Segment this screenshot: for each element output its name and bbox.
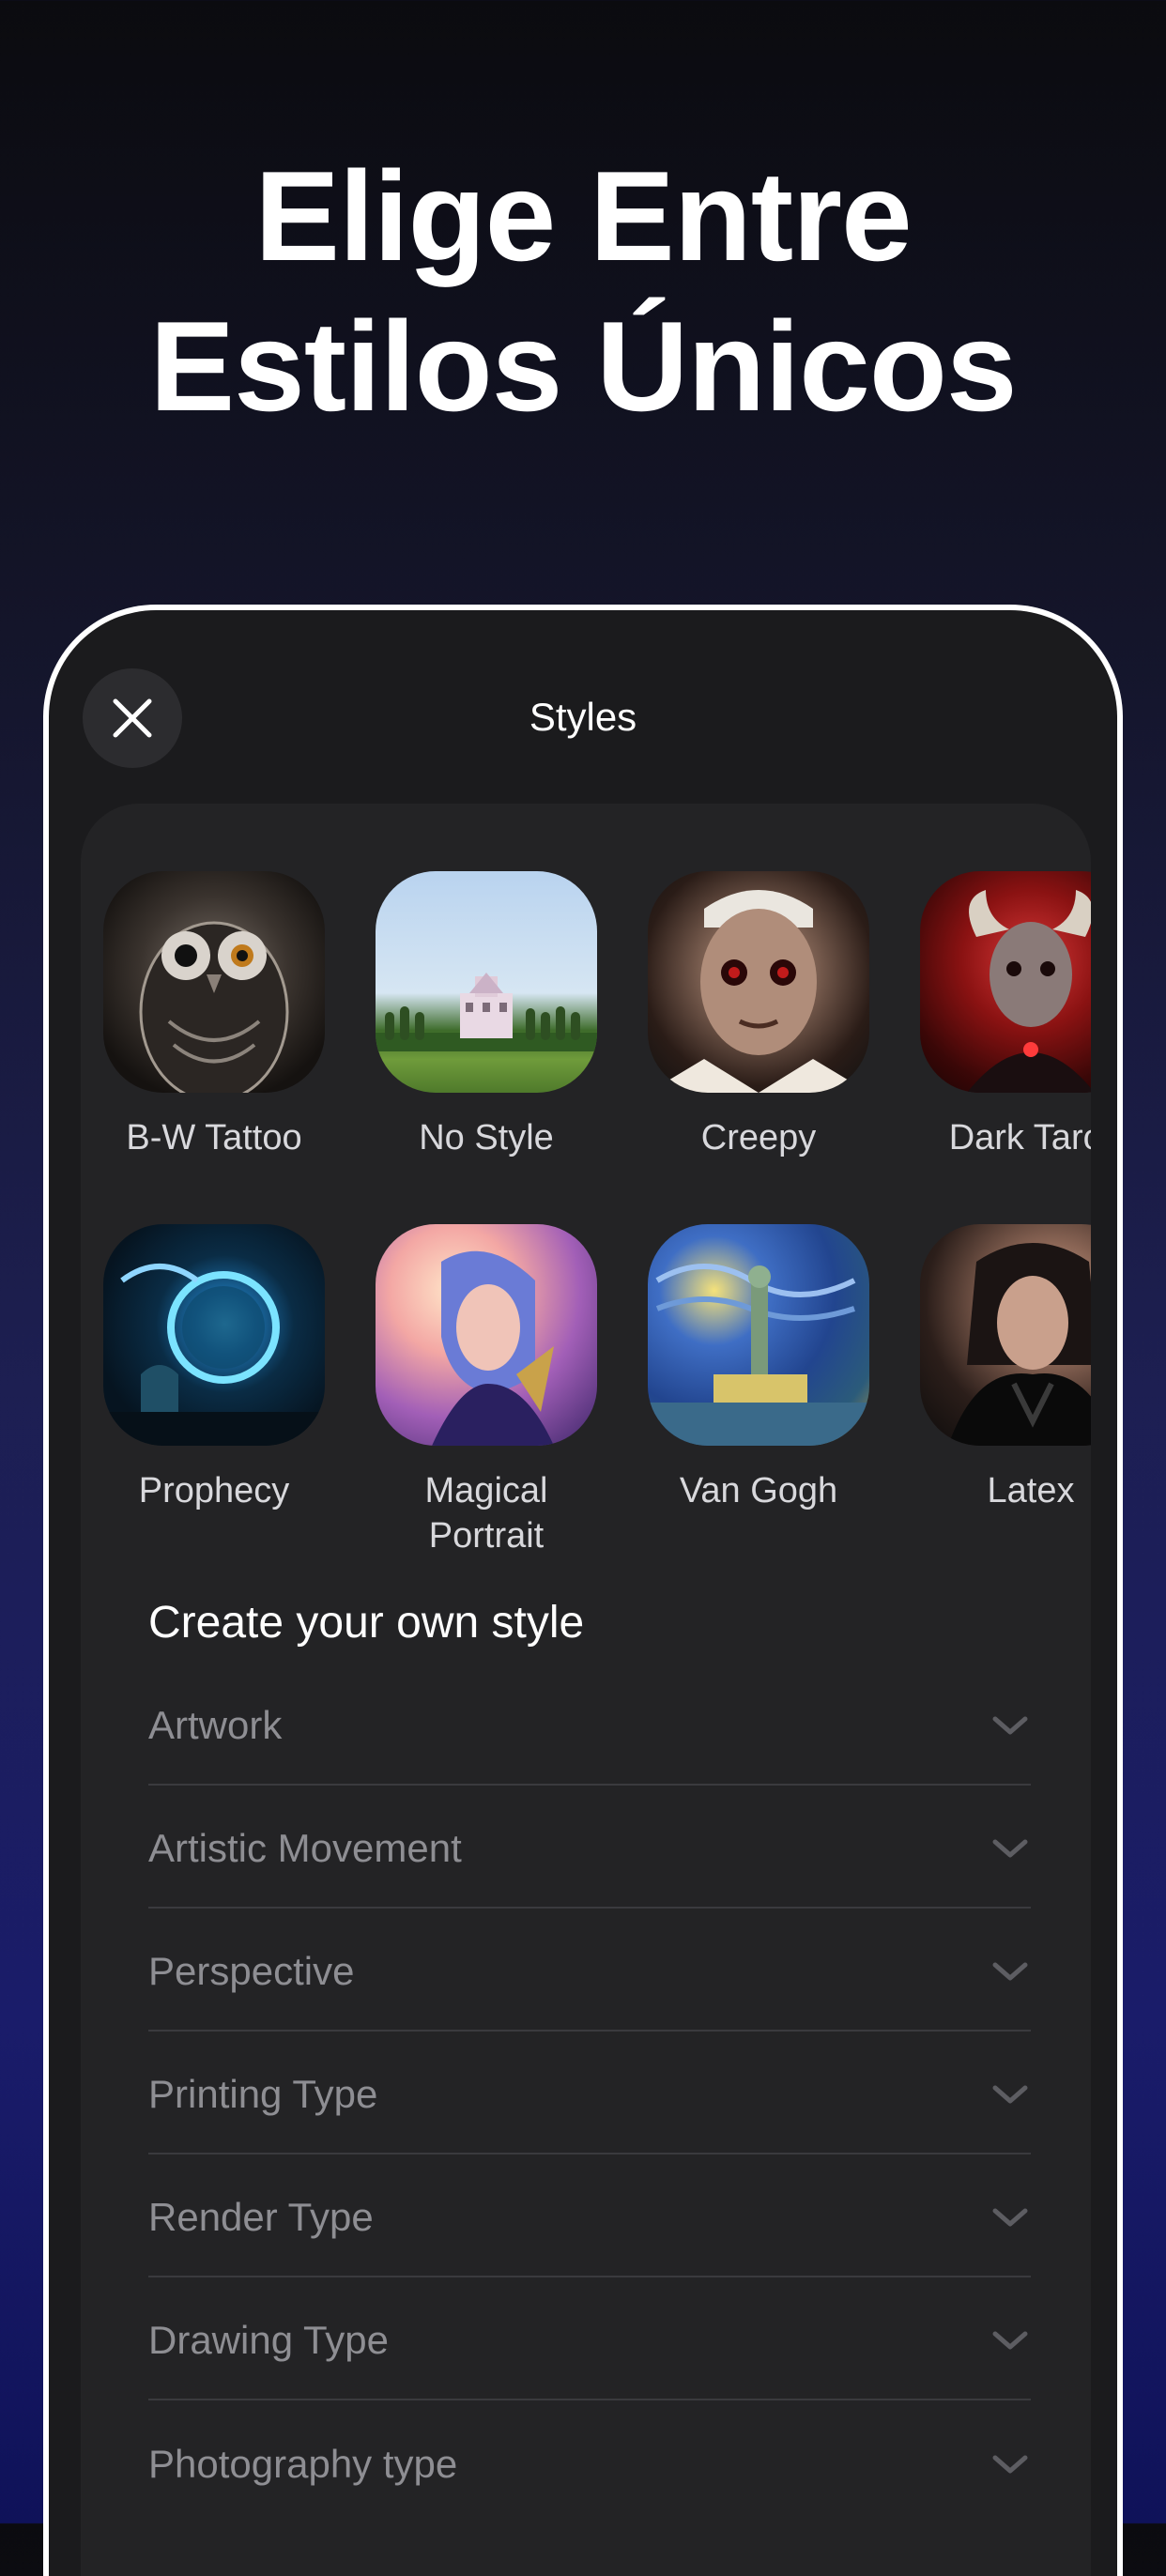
latex-portrait-image — [948, 1243, 1091, 1446]
dropdown-printing-type[interactable]: Printing Type — [148, 2032, 1031, 2154]
owl-image — [139, 921, 289, 1093]
bw-tattoo-thumbnail — [103, 871, 325, 1093]
chevron-down-icon — [992, 1962, 1028, 1980]
magical-portrait-image — [432, 1250, 554, 1446]
create-own-style-title: Create your own style — [148, 1598, 585, 1648]
style-tile-latex[interactable]: Latex — [920, 1224, 1091, 1558]
custom-style-options: Artwork Artistic Movement Perspective Pr… — [148, 1663, 1031, 2523]
dropdown-artistic-movement[interactable]: Artistic Movement — [148, 1786, 1031, 1909]
dropdown-perspective[interactable]: Perspective — [148, 1909, 1031, 2032]
style-tile-creepy[interactable]: Creepy — [648, 871, 869, 1160]
dropdown-label: Printing Type — [148, 2071, 378, 2116]
style-tile-magical-portrait[interactable]: Magical Portrait — [376, 1224, 597, 1558]
headline: Elige Entre Estilos Únicos — [0, 141, 1166, 441]
creepy-face-image — [648, 890, 869, 1093]
style-label: Prophecy — [138, 1471, 290, 1510]
style-tile-bw-tattoo[interactable]: B-W Tattoo — [103, 871, 325, 1160]
style-label: Creepy — [700, 1118, 817, 1158]
dropdown-drawing-type[interactable]: Drawing Type — [148, 2277, 1031, 2400]
magical-portrait-thumbnail — [376, 1224, 597, 1446]
screen-title: Styles — [529, 695, 637, 739]
chevron-down-icon — [992, 2331, 1028, 2349]
dropdown-label: Perspective — [148, 1948, 355, 1993]
dark-tarot-image — [967, 890, 1091, 1093]
styles-row-2: Prophecy Magical Portrait Van Gogh Latex — [103, 1224, 1091, 1558]
headline-line-2: Estilos Únicos — [149, 295, 1017, 437]
dropdown-label: Artistic Movement — [148, 1825, 462, 1870]
styles-row-1: B-W Tattoo No Style Creepy Dark Tar — [103, 871, 1091, 1160]
style-label: Latex — [987, 1471, 1075, 1510]
chevron-down-icon — [992, 2085, 1028, 2103]
chevron-down-icon — [992, 1716, 1028, 1734]
chevron-down-icon — [992, 2455, 1028, 2473]
style-label: Dark Tarot — [948, 1118, 1091, 1158]
style-label: No Style — [419, 1118, 554, 1158]
no-style-thumbnail — [376, 871, 597, 1093]
chevron-down-icon — [992, 1839, 1028, 1857]
phone-frame: Styles B-W Tattoo No Style Creepy Dark T… — [43, 605, 1123, 2576]
crystal-ball-image — [103, 1264, 325, 1446]
style-tile-prophecy[interactable]: Prophecy — [103, 1224, 325, 1558]
style-tile-dark-tarot[interactable]: Dark Tarot — [920, 871, 1091, 1160]
chevron-down-icon — [992, 2208, 1028, 2226]
dropdown-label: Artwork — [148, 1702, 283, 1747]
style-label: B-W Tattoo — [126, 1118, 302, 1158]
dropdown-label: Render Type — [148, 2194, 374, 2239]
dark-tarot-thumbnail — [920, 871, 1091, 1093]
style-label: Van Gogh — [679, 1471, 838, 1510]
dropdown-render-type[interactable]: Render Type — [148, 2154, 1031, 2277]
latex-thumbnail — [920, 1224, 1091, 1446]
castle-image — [376, 973, 597, 1051]
style-tile-van-gogh[interactable]: Van Gogh — [648, 1224, 869, 1558]
creepy-thumbnail — [648, 871, 869, 1093]
van-gogh-thumbnail — [648, 1224, 869, 1446]
dropdown-label: Drawing Type — [148, 2317, 390, 2362]
headline-line-1: Elige Entre — [254, 145, 912, 287]
van-gogh-image — [648, 1264, 869, 1446]
dropdown-artwork[interactable]: Artwork — [148, 1663, 1031, 1786]
style-label: Magical Portrait — [424, 1471, 548, 1556]
style-tile-no-style[interactable]: No Style — [376, 871, 597, 1160]
styles-sheet: B-W Tattoo No Style Creepy Dark Tar Prop… — [81, 804, 1091, 2576]
dropdown-photography-type[interactable]: Photography type — [148, 2400, 1031, 2523]
prophecy-thumbnail — [103, 1224, 325, 1446]
dropdown-label: Photography type — [148, 2441, 458, 2486]
